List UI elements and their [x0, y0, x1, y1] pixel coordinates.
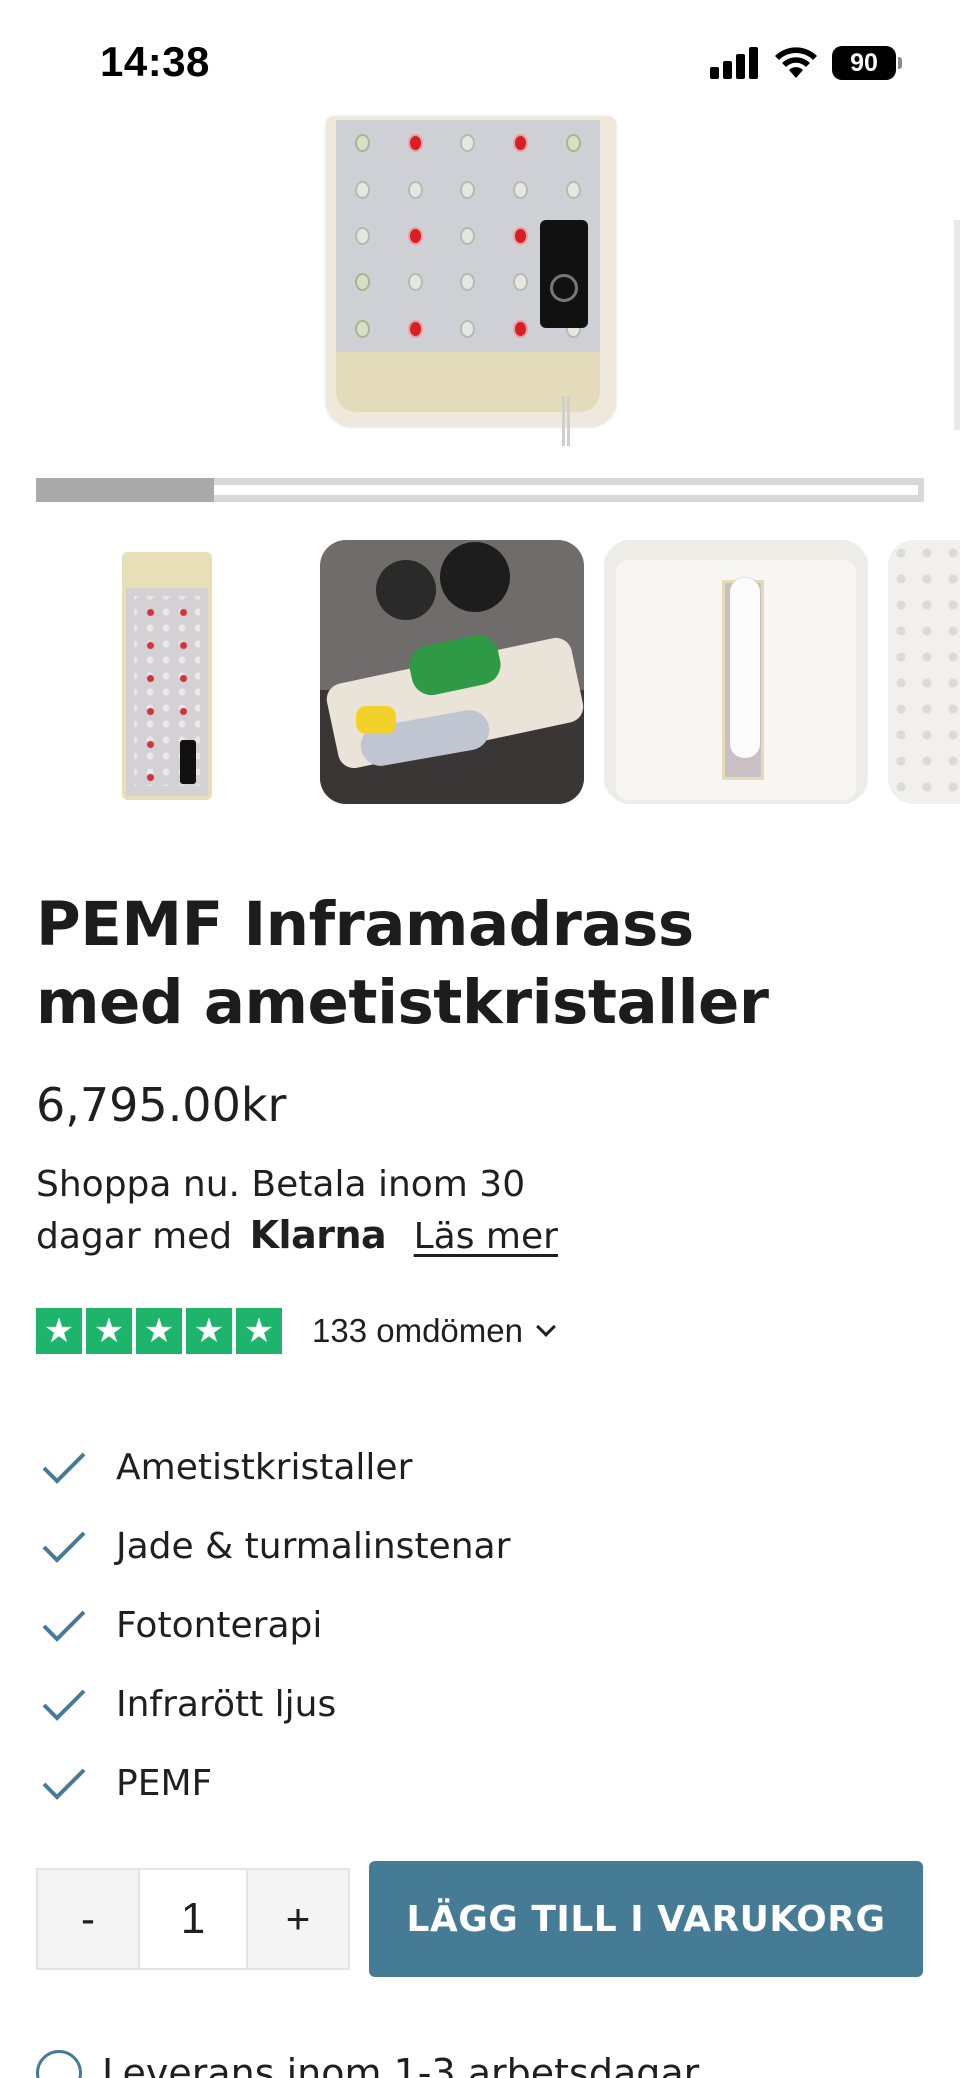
- thumbnail-4[interactable]: [888, 540, 960, 804]
- mat-image: [326, 116, 616, 446]
- list-item: Jade & turmalinstenar: [36, 1507, 510, 1586]
- product-main-image[interactable]: [0, 110, 960, 450]
- clock-icon: [36, 2050, 82, 2078]
- checkmark-icon: [36, 1440, 92, 1496]
- quantity-input[interactable]: 1: [138, 1870, 248, 1968]
- quantity-stepper: - 1 +: [36, 1868, 350, 1970]
- klarna-message: Shoppa nu. Betala inom 30 dagar med Klar…: [36, 1160, 636, 1262]
- star-icon: ★: [186, 1308, 232, 1354]
- feature-label: PEMF: [116, 1763, 213, 1804]
- feature-label: Jade & turmalinstenar: [116, 1526, 511, 1567]
- thumbnail-2[interactable]: [320, 540, 584, 804]
- klarna-read-more-link[interactable]: Läs mer: [414, 1216, 558, 1257]
- quantity-minus-button[interactable]: -: [38, 1870, 138, 1968]
- thumbnail-3[interactable]: [604, 540, 868, 804]
- star-icon: ★: [86, 1308, 132, 1354]
- checkmark-icon: [36, 1677, 92, 1733]
- product-title: PEMF Inframadrass med ametistkristaller: [36, 886, 916, 1042]
- add-to-cart-button[interactable]: LÄGG TILL I VARUKORG: [369, 1861, 923, 1977]
- trustpilot-stars: ★ ★ ★ ★ ★: [36, 1308, 282, 1354]
- reviews-summary[interactable]: ★ ★ ★ ★ ★ 133 omdömen: [36, 1308, 556, 1354]
- next-slide-edge: [954, 220, 960, 430]
- product-price: 6,795.00kr: [36, 1078, 287, 1132]
- power-cord: [562, 396, 570, 446]
- klarna-text-line1: Shoppa nu. Betala inom 30: [36, 1164, 526, 1205]
- star-icon: ★: [236, 1308, 282, 1354]
- chevron-down-icon[interactable]: [536, 1317, 556, 1337]
- mat-product-thumbnail: [122, 552, 212, 800]
- status-time: 14:38: [100, 38, 210, 85]
- mat-base: [336, 352, 600, 412]
- thumbnail-1[interactable]: [36, 540, 300, 804]
- status-bar: 14:38 90: [0, 0, 960, 120]
- quantity-plus-button[interactable]: +: [248, 1870, 348, 1968]
- list-item: PEMF: [36, 1744, 510, 1823]
- delivery-text: Leverans inom 1-3 arbetsdagar: [102, 2051, 700, 2078]
- battery-level: 90: [850, 48, 878, 77]
- battery-icon: 90: [832, 46, 902, 80]
- star-icon: ★: [36, 1308, 82, 1354]
- cellular-signal-icon: [710, 47, 758, 79]
- product-title-line1: PEMF Inframadrass: [36, 889, 694, 960]
- status-icons: 90: [710, 46, 902, 80]
- feature-label: Fotonterapi: [116, 1605, 323, 1646]
- klarna-text-line2: dagar med: [36, 1216, 233, 1257]
- remote-control-icon: [540, 220, 588, 328]
- thumbnail-strip: [36, 540, 960, 805]
- feature-label: Infrarött ljus: [116, 1684, 337, 1725]
- list-item: Infrarött ljus: [36, 1665, 510, 1744]
- delivery-info: Leverans inom 1-3 arbetsdagar: [36, 2050, 699, 2078]
- wifi-icon: [775, 47, 817, 78]
- gallery-scrollbar[interactable]: [36, 478, 924, 502]
- gallery-scrollbar-thumb[interactable]: [36, 478, 214, 502]
- list-item: Fotonterapi: [36, 1586, 510, 1665]
- list-item: Ametistkristaller: [36, 1428, 510, 1507]
- star-icon: ★: [136, 1308, 182, 1354]
- review-count[interactable]: 133 omdömen: [312, 1312, 523, 1350]
- checkmark-icon: [36, 1519, 92, 1575]
- checkmark-icon: [36, 1598, 92, 1654]
- product-title-line2: med ametistkristaller: [36, 967, 769, 1038]
- feature-label: Ametistkristaller: [116, 1447, 413, 1488]
- checkmark-icon: [36, 1756, 92, 1812]
- feature-list: Ametistkristaller Jade & turmalinstenar …: [36, 1428, 510, 1823]
- klarna-logo: Klarna: [249, 1213, 387, 1257]
